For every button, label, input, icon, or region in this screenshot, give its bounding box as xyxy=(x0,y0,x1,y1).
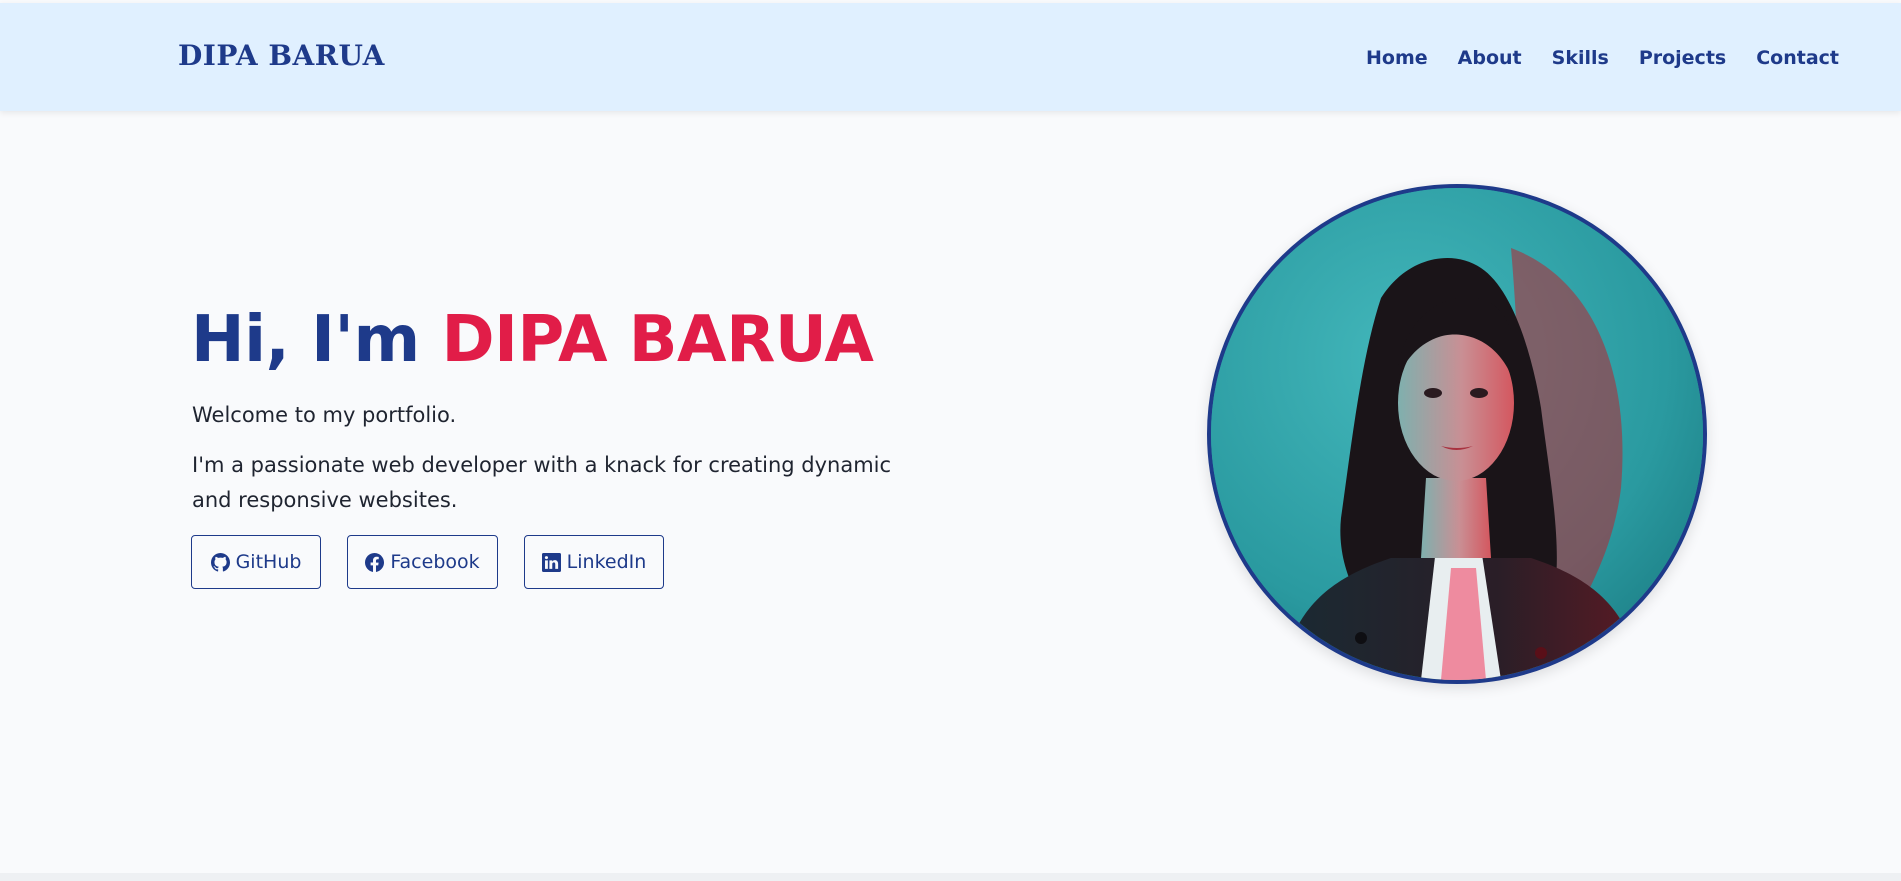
portrait-illustration xyxy=(1211,188,1703,680)
description-text: I'm a passionate web developer with a kn… xyxy=(192,453,892,512)
bottom-edge xyxy=(0,873,1901,881)
nav-link-projects[interactable]: Projects xyxy=(1639,47,1726,69)
facebook-button-label: Facebook xyxy=(390,551,480,573)
nav-link-skills[interactable]: Skills xyxy=(1552,47,1609,69)
hero-name: DIPA BARUA xyxy=(441,303,874,377)
linkedin-button[interactable]: LinkedIn xyxy=(524,535,664,589)
hero-greeting: Hi, I'm xyxy=(191,303,442,377)
facebook-icon xyxy=(365,552,385,572)
github-icon xyxy=(210,552,230,572)
facebook-button[interactable]: Facebook xyxy=(347,535,498,589)
hero-title: Hi, I'm DIPA BARUA xyxy=(191,303,874,377)
navbar: DIPA BARUA Home About Skills Projects Co… xyxy=(0,3,1901,111)
brand-logo[interactable]: DIPA BARUA xyxy=(178,39,385,72)
github-button-label: GitHub xyxy=(235,551,302,573)
github-button[interactable]: GitHub xyxy=(191,535,321,589)
nav-link-contact[interactable]: Contact xyxy=(1756,47,1839,69)
profile-photo xyxy=(1207,184,1707,684)
linkedin-button-label: LinkedIn xyxy=(566,551,647,573)
nav-menu: Home About Skills Projects Contact xyxy=(1366,47,1839,69)
linkedin-icon xyxy=(541,552,561,572)
nav-link-about[interactable]: About xyxy=(1458,47,1522,69)
nav-link-home[interactable]: Home xyxy=(1366,47,1428,69)
welcome-text: Welcome to my portfolio. xyxy=(192,403,457,427)
